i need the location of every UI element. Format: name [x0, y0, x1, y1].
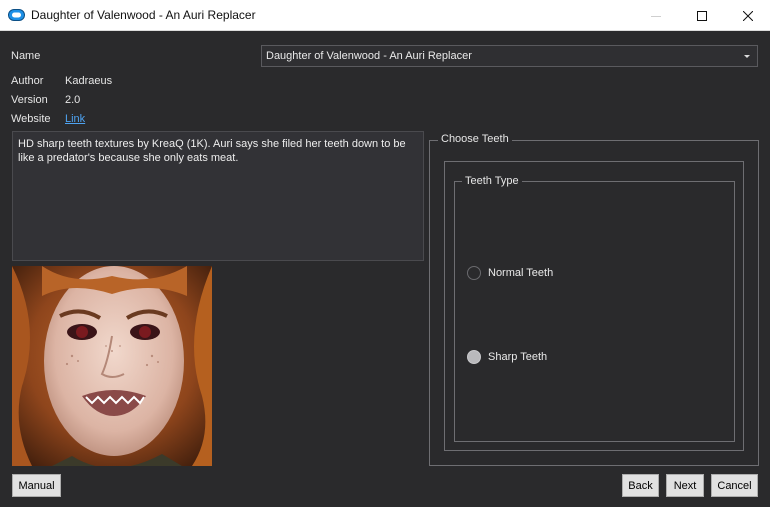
teeth-type-title: Teeth Type: [462, 175, 522, 187]
window-title: Daughter of Valenwood - An Auri Replacer: [31, 8, 256, 22]
choose-teeth-title: Choose Teeth: [438, 133, 512, 145]
radio-normal-teeth[interactable]: Normal Teeth: [467, 266, 553, 280]
cancel-button[interactable]: Cancel: [711, 474, 758, 497]
name-dropdown-value: Daughter of Valenwood - An Auri Replacer: [266, 50, 472, 62]
version-label: Version: [11, 94, 48, 106]
radio-button-selected[interactable]: [467, 350, 481, 364]
radio-sharp-teeth[interactable]: Sharp Teeth: [467, 350, 547, 364]
close-icon: [743, 10, 753, 21]
description-box: HD sharp teeth textures by KreaQ (1K). A…: [12, 131, 424, 261]
website-link[interactable]: Link: [65, 113, 85, 125]
next-button[interactable]: Next: [666, 474, 704, 497]
version-value: 2.0: [65, 94, 81, 106]
author-value: Kadraeus: [65, 75, 113, 87]
name-label: Name: [11, 50, 41, 62]
maximize-icon: [697, 10, 707, 21]
name-dropdown[interactable]: Daughter of Valenwood - An Auri Replacer: [261, 45, 758, 67]
close-button[interactable]: [725, 0, 770, 31]
author-label: Author: [11, 75, 44, 87]
minimize-icon: [651, 15, 661, 17]
app-icon: [8, 9, 25, 21]
radio-button[interactable]: [467, 266, 481, 280]
preview-image: [12, 266, 212, 466]
maximize-button[interactable]: [679, 0, 725, 31]
website-label: Website: [11, 113, 51, 125]
manual-button[interactable]: Manual: [12, 474, 61, 497]
teeth-type-group: [454, 181, 735, 442]
radio-label: Normal Teeth: [488, 267, 554, 279]
back-button[interactable]: Back: [622, 474, 659, 497]
installer-main: Name Daughter of Valenwood - An Auri Rep…: [0, 31, 770, 507]
title-bar: Daughter of Valenwood - An Auri Replacer: [0, 0, 770, 31]
chevron-down-icon: [744, 55, 750, 58]
radio-label: Sharp Teeth: [488, 351, 548, 363]
minimize-button[interactable]: [633, 0, 679, 31]
